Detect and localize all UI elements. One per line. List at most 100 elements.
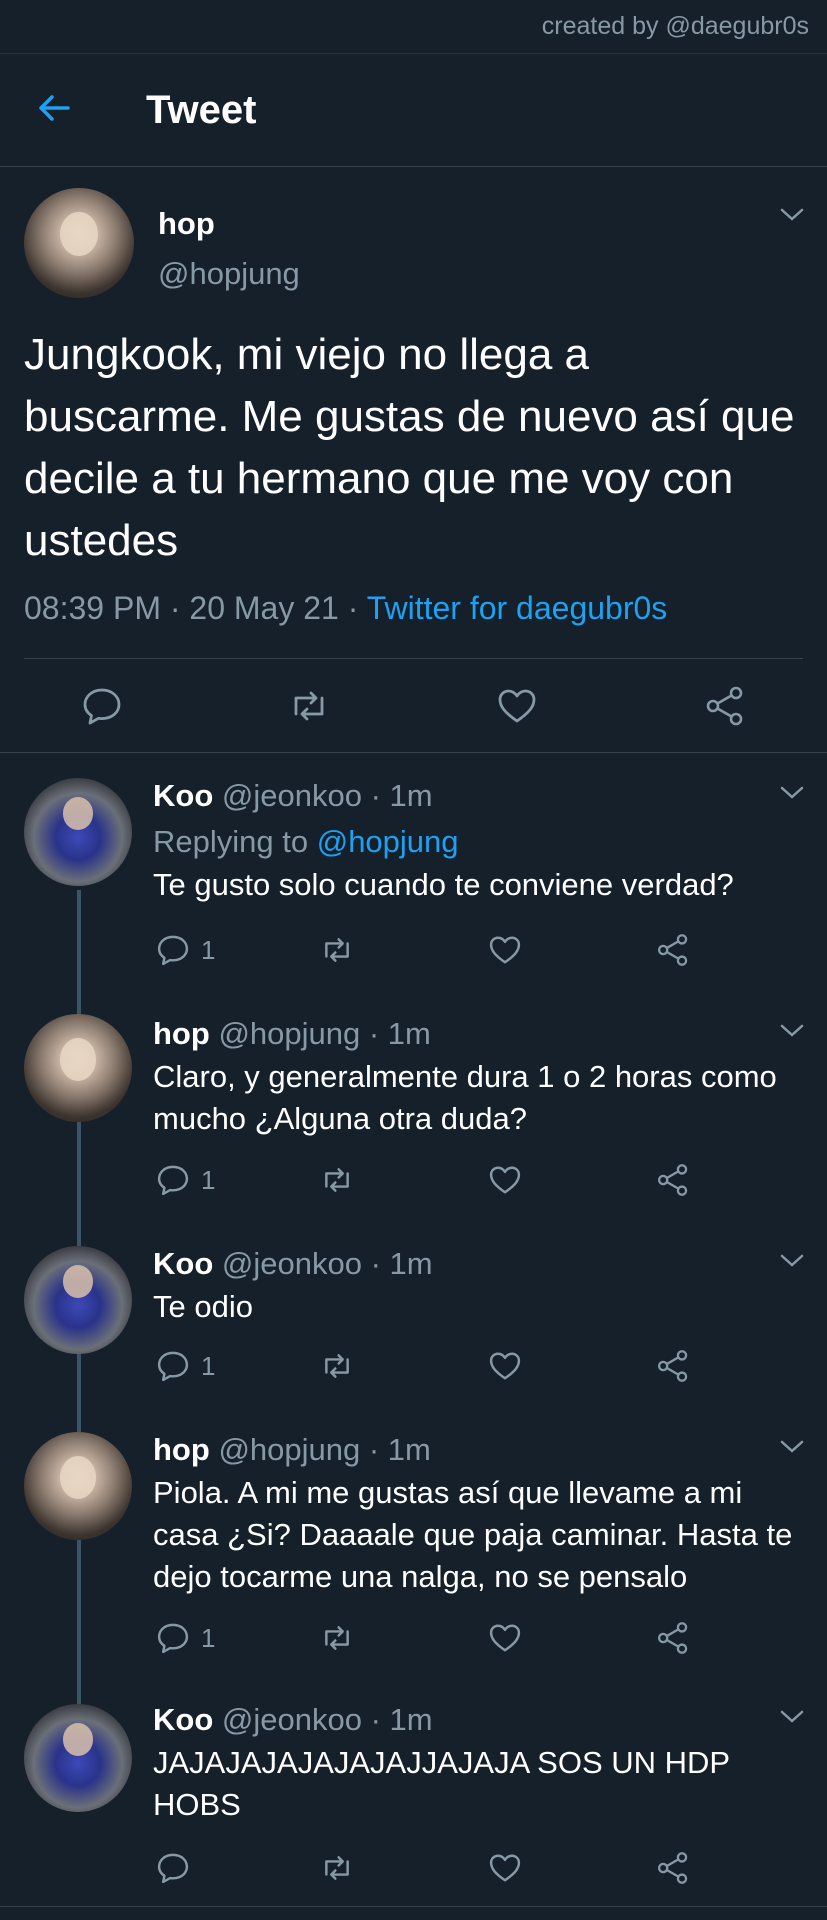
retweet-icon[interactable]	[287, 684, 331, 728]
retweet-icon	[325, 1856, 349, 1880]
reply-button[interactable]: 1	[155, 1162, 215, 1198]
tweet-text: Jungkook, mi viejo no llega a buscarme. …	[24, 330, 795, 565]
author-name[interactable]: hop	[158, 206, 215, 242]
reply-header: hop @hopjung · 1m	[153, 1432, 431, 1468]
reply-text: Te gusto solo cuando te conviene verdad?	[153, 867, 734, 902]
retweet-icon	[325, 1168, 349, 1192]
reply-count: 1	[201, 934, 216, 965]
like-button[interactable]	[487, 1620, 523, 1656]
retweet-button[interactable]	[319, 1620, 355, 1656]
avatar[interactable]	[24, 778, 132, 886]
share-icon[interactable]	[703, 684, 747, 728]
retweet-button[interactable]	[319, 1850, 355, 1886]
chevron-down-icon[interactable]	[780, 1024, 804, 1038]
like-icon	[489, 1624, 521, 1652]
like-button[interactable]	[487, 932, 523, 968]
chevron-down-icon[interactable]	[780, 1710, 804, 1724]
thread-line	[77, 1352, 81, 1432]
share-button[interactable]	[655, 1348, 691, 1384]
retweet-icon	[325, 1626, 349, 1650]
avatar[interactable]	[24, 1014, 132, 1122]
reply-button[interactable]: 1	[155, 1620, 215, 1656]
reply-text: Piola. A mi me gustas así que llevame a …	[153, 1475, 793, 1594]
chevron-down-icon[interactable]	[780, 1440, 804, 1454]
replying-to-link[interactable]: @hopjung	[317, 824, 459, 859]
like-icon	[489, 1166, 521, 1194]
like-button[interactable]	[487, 1162, 523, 1198]
reply-count: 1	[201, 1350, 216, 1381]
replying-to: Replying to @hopjung	[153, 824, 459, 860]
share-icon	[657, 1350, 688, 1382]
reply-icon	[157, 1853, 189, 1884]
avatar[interactable]	[24, 1246, 132, 1354]
reply-text: Te odio	[153, 1289, 253, 1324]
reply-button[interactable]: 1	[155, 1348, 215, 1384]
thread-line	[77, 1122, 81, 1246]
thread-line	[77, 1540, 81, 1706]
author-name[interactable]: hop	[153, 1432, 210, 1467]
retweet-button[interactable]	[319, 1162, 355, 1198]
like-icon[interactable]	[495, 684, 539, 728]
reply-count: 1	[201, 1164, 216, 1195]
reply-button[interactable]: 1	[155, 932, 215, 968]
avatar[interactable]	[24, 188, 134, 298]
retweet-button[interactable]	[319, 1348, 355, 1384]
author-handle[interactable]: @jeonkoo	[222, 1246, 362, 1281]
chevron-down-icon[interactable]	[780, 786, 804, 800]
reply-actions: 1	[153, 1162, 713, 1202]
share-button[interactable]	[655, 1620, 691, 1656]
reply-icon	[157, 935, 189, 966]
retweet-icon	[325, 938, 349, 962]
tweet-source-link[interactable]: Twitter for daegubr0s	[367, 590, 668, 626]
tweet-actions	[0, 674, 827, 746]
replying-label: Replying to	[153, 824, 317, 859]
reply-icon	[157, 1623, 189, 1654]
reply-count: 1	[201, 1622, 216, 1653]
chevron-down-icon[interactable]	[780, 208, 804, 222]
reply-icon	[157, 1351, 189, 1382]
author-handle[interactable]: @jeonkoo	[222, 778, 362, 813]
reply-actions: 1	[153, 1620, 713, 1660]
like-button[interactable]	[487, 1348, 523, 1384]
author-handle[interactable]: @jeonkoo	[222, 1702, 362, 1737]
reply-header: Koo @jeonkoo · 1m	[153, 778, 433, 814]
like-icon	[489, 1854, 521, 1882]
reply-text: JAJAJAJAJAJAJAJJAJAJA SOS UN HDP HOBS	[153, 1745, 730, 1822]
like-icon	[489, 1352, 521, 1380]
author-name[interactable]: Koo	[153, 1702, 213, 1737]
share-button[interactable]	[655, 1162, 691, 1198]
author-name[interactable]: hop	[153, 1016, 210, 1051]
author-handle[interactable]: @hopjung	[218, 1016, 360, 1051]
author-name[interactable]: Koo	[153, 778, 213, 813]
reply-time: · 1m	[370, 1246, 433, 1281]
like-button[interactable]	[487, 1850, 523, 1886]
reply-actions	[153, 1850, 713, 1890]
author-handle[interactable]: @hopjung	[158, 256, 300, 292]
reply-button[interactable]	[155, 1850, 201, 1886]
reply-time: · 1m	[368, 1432, 431, 1467]
tweet-timestamp: 08:39 PM · 20 May 21 ·	[24, 590, 367, 626]
tweet-meta: 08:39 PM · 20 May 21 · Twitter for daegu…	[24, 590, 667, 627]
chevron-down-icon[interactable]	[780, 1254, 804, 1268]
avatar[interactable]	[24, 1704, 132, 1812]
reply-header: Koo @jeonkoo · 1m	[153, 1702, 433, 1738]
author-name[interactable]: Koo	[153, 1246, 213, 1281]
reply-time: · 1m	[370, 778, 433, 813]
credit-watermark: created by @daegubr0s	[541, 12, 809, 40]
page-title: Tweet	[146, 88, 257, 132]
main-tweet: hop @hopjung Jungkook, mi viejo no llega…	[0, 166, 827, 753]
like-icon	[489, 936, 521, 964]
share-button[interactable]	[655, 1850, 691, 1886]
author-handle[interactable]: @hopjung	[218, 1432, 360, 1467]
reply-icon[interactable]	[80, 684, 124, 728]
retweet-button[interactable]	[319, 932, 355, 968]
reply-actions: 1	[153, 932, 713, 972]
share-icon	[657, 934, 688, 966]
share-button[interactable]	[655, 932, 691, 968]
arrow-left-icon[interactable]	[34, 88, 74, 128]
meta-divider	[24, 658, 803, 659]
reply-header: hop @hopjung · 1m	[153, 1016, 431, 1052]
share-icon	[657, 1164, 688, 1196]
reply-header: Koo @jeonkoo · 1m	[153, 1246, 433, 1282]
avatar[interactable]	[24, 1432, 132, 1540]
